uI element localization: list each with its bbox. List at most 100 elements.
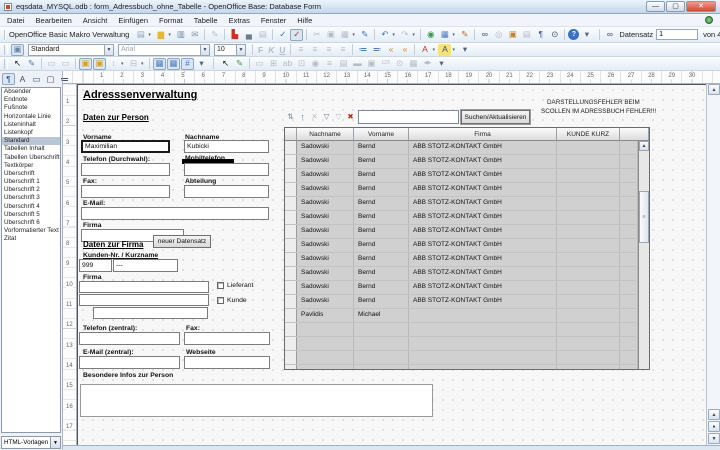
- underline-button[interactable]: U: [279, 45, 285, 55]
- email-input[interactable]: [81, 207, 269, 220]
- table-cell[interactable]: Bernd: [354, 169, 409, 182]
- snap-to-grid-icon[interactable]: ▦: [167, 58, 180, 70]
- table-row[interactable]: PavlidisMichael: [285, 309, 638, 323]
- record-number-input[interactable]: [656, 29, 698, 40]
- table-cell[interactable]: ABB STOTZ-KONTAKT GmbH: [409, 197, 557, 210]
- save-icon[interactable]: ▥: [174, 29, 187, 41]
- menu-format[interactable]: Format: [159, 16, 183, 25]
- fax-zentral-input[interactable]: [184, 332, 270, 345]
- table-cell[interactable]: [409, 337, 557, 350]
- document-scrollbar[interactable]: ▲ ▲ ● ▼: [706, 84, 720, 445]
- column-header-nachname[interactable]: Nachname: [297, 128, 354, 140]
- guides-when-moving-icon[interactable]: #: [181, 58, 194, 70]
- new-document-icon[interactable]: ▤: [134, 29, 147, 41]
- auto-spellcheck-icon[interactable]: ✓: [290, 29, 303, 41]
- form-design-icon[interactable]: ✎: [25, 58, 38, 70]
- menu-bearbeiten[interactable]: Bearbeiten: [36, 16, 72, 25]
- table-cell[interactable]: [557, 337, 620, 350]
- table-cell[interactable]: Sadowski: [297, 281, 354, 294]
- table-cell[interactable]: ABB STOTZ-KONTAKT GmbH: [409, 155, 557, 168]
- table-row[interactable]: SadowskiBerndABB STOTZ-KONTAKT GmbH: [285, 183, 638, 197]
- table-cell[interactable]: ABB STOTZ-KONTAKT GmbH: [409, 169, 557, 182]
- style-item--berschrift-3[interactable]: Überschrift 3: [2, 194, 60, 202]
- table-cell[interactable]: ABB STOTZ-KONTAKT GmbH: [409, 281, 557, 294]
- table-cell[interactable]: Sadowski: [297, 155, 354, 168]
- edit-file-icon[interactable]: ✎: [208, 29, 221, 41]
- table-cell[interactable]: [409, 365, 557, 369]
- style-item-textk-rper[interactable]: Textkörper: [2, 162, 60, 170]
- table-cell[interactable]: Sadowski: [297, 295, 354, 308]
- webseite-input[interactable]: [184, 356, 270, 369]
- table-cell[interactable]: [557, 183, 620, 196]
- menu-ansicht[interactable]: Ansicht: [83, 16, 108, 25]
- row-selector[interactable]: [285, 225, 297, 238]
- date-field-icon[interactable]: ⊙: [393, 58, 406, 70]
- formatted-field-icon[interactable]: 123: [379, 58, 392, 70]
- table-cell[interactable]: Bernd: [354, 211, 409, 224]
- column-header-vorname[interactable]: Vorname: [354, 128, 409, 140]
- next-page-icon[interactable]: ▼: [708, 433, 720, 444]
- table-row[interactable]: SadowskiBerndABB STOTZ-KONTAKT GmbH: [285, 155, 638, 169]
- style-filter-combo[interactable]: HTML-Vorlagen ▼: [1, 436, 61, 449]
- style-item-tabellen-berschrift[interactable]: Tabellen Überschrift: [2, 154, 60, 162]
- zoom-icon[interactable]: ⊙: [548, 29, 561, 41]
- controls-more-icon[interactable]: ▾: [435, 58, 448, 70]
- table-cell[interactable]: Sadowski: [297, 267, 354, 280]
- bold-button[interactable]: F: [258, 45, 263, 55]
- check-box-icon[interactable]: ⊡: [295, 58, 308, 70]
- style-item--berschrift-5[interactable]: Überschrift 5: [2, 211, 60, 219]
- menu-tabelle[interactable]: Tabelle: [194, 16, 218, 25]
- firma-line2-input[interactable]: [79, 294, 209, 306]
- italic-button[interactable]: K: [268, 45, 274, 55]
- paragraph-style-combo[interactable]: Standard ▼: [28, 44, 114, 56]
- table-cell[interactable]: [557, 295, 620, 308]
- email-zentral-input[interactable]: [79, 356, 180, 369]
- group-box-icon[interactable]: ⊞: [267, 58, 280, 70]
- font-name-combo[interactable]: Arial ▼: [118, 44, 210, 56]
- row-selector[interactable]: [285, 169, 297, 182]
- new-document-dropdown[interactable]: ▾: [148, 32, 153, 38]
- navigation-bar-icon[interactable]: ◀▶: [421, 58, 434, 70]
- table-cell[interactable]: ABB STOTZ-KONTAKT GmbH: [409, 239, 557, 252]
- label-control-icon[interactable]: ▭: [253, 58, 266, 70]
- anchor-dropdown[interactable]: ▾: [121, 61, 126, 67]
- style-item-fu-note[interactable]: Fußnote: [2, 104, 60, 112]
- paragraph-styles-icon[interactable]: ¶: [2, 73, 15, 85]
- table-cell[interactable]: Bernd: [354, 197, 409, 210]
- row-selector[interactable]: [285, 337, 297, 350]
- alignment-dropdown[interactable]: ▾: [141, 61, 146, 67]
- find-replace-icon[interactable]: ∞: [478, 29, 491, 41]
- quickstarter-icon[interactable]: [705, 16, 713, 24]
- table-row[interactable]: SadowskiBerndABB STOTZ-KONTAKT GmbH: [285, 169, 638, 183]
- column-header-firma[interactable]: Firma: [409, 128, 557, 140]
- search-refresh-button[interactable]: Suchen/Aktualisieren: [461, 110, 530, 124]
- table-cell[interactable]: Sadowski: [297, 225, 354, 238]
- align-center-icon[interactable]: ≡: [308, 44, 321, 56]
- abteilung-input[interactable]: [184, 185, 269, 198]
- table-cell[interactable]: [557, 239, 620, 252]
- image-button-icon[interactable]: ▣: [365, 58, 378, 70]
- toolbar-grip[interactable]: [4, 59, 8, 69]
- row-selector[interactable]: [285, 211, 297, 224]
- column-header-kunde-kurz[interactable]: KUNDE KURZ: [557, 128, 620, 140]
- paste-icon[interactable]: ▦: [338, 29, 351, 41]
- print-icon[interactable]: ▄: [242, 29, 255, 41]
- data-sources-icon[interactable]: ▤: [520, 29, 533, 41]
- toolbar-more-icon[interactable]: ▾: [580, 29, 593, 41]
- mobiltelefon-input[interactable]: [184, 163, 269, 176]
- row-selector[interactable]: [285, 351, 297, 364]
- telefon-durchwahl-input[interactable]: [81, 163, 170, 176]
- style-item--berschrift[interactable]: Überschrift: [2, 170, 60, 178]
- table-cell[interactable]: [557, 365, 620, 369]
- fax-input[interactable]: [81, 185, 170, 198]
- scrollbar-thumb[interactable]: ≡: [639, 191, 649, 243]
- vertical-ruler[interactable]: 1234567891011121314151617: [63, 84, 77, 450]
- maximize-button[interactable]: ▢: [666, 1, 685, 12]
- bullet-list-icon[interactable]: ≕: [370, 44, 383, 56]
- table-cell[interactable]: Bernd: [354, 281, 409, 294]
- combo-box-icon[interactable]: ▤: [337, 58, 350, 70]
- undo-dropdown[interactable]: ▾: [392, 32, 397, 38]
- table-cell[interactable]: [354, 337, 409, 350]
- table-row[interactable]: SadowskiBerndABB STOTZ-KONTAKT GmbH: [285, 267, 638, 281]
- draw-functions-icon[interactable]: ✎: [458, 29, 471, 41]
